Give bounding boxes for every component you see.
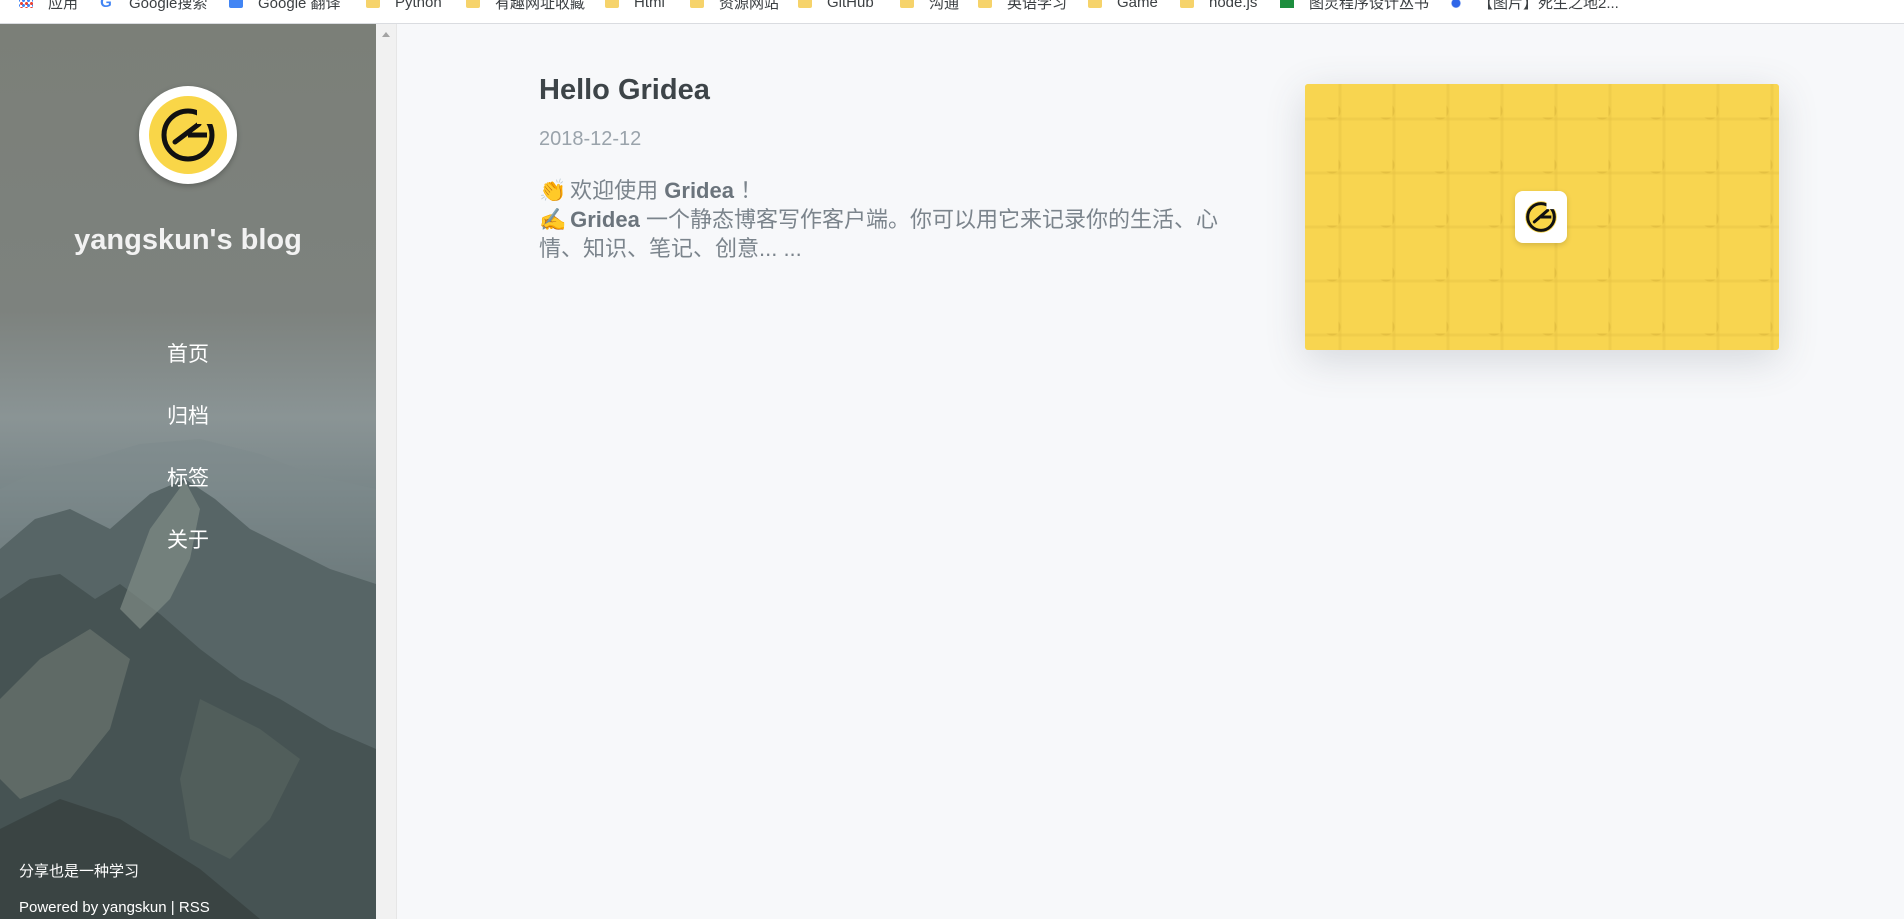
folder-icon bbox=[1180, 0, 1194, 8]
folder-icon bbox=[690, 0, 704, 8]
post-date: 2018-12-12 bbox=[539, 128, 642, 150]
site-nav: 首页 归档 标签 关于 bbox=[0, 324, 376, 572]
google-icon: G bbox=[100, 0, 112, 11]
author-link[interactable]: yangskun bbox=[102, 899, 166, 916]
nav-home[interactable]: 首页 bbox=[0, 324, 376, 386]
scroll-up-arrow-icon[interactable] bbox=[382, 32, 390, 37]
nav-archive[interactable]: 归档 bbox=[0, 386, 376, 448]
nav-tags[interactable]: 标签 bbox=[0, 448, 376, 510]
bookmark-google-search[interactable]: G Google搜索 bbox=[98, 0, 207, 12]
post-item: Hello Gridea 2018-12-12 👏 欢迎使用 Gridea ！ … bbox=[539, 70, 1239, 263]
bookmark-resources[interactable]: 资源网站 bbox=[690, 0, 779, 12]
powered-by: Powered by yangskun | RSS bbox=[19, 899, 210, 916]
bookmarks-bar: 应用 G Google搜索 Google 翻译 Python 有趣网址收藏 Htm… bbox=[0, 0, 1904, 24]
bookmark-google-translate[interactable]: Google 翻译 bbox=[229, 0, 341, 12]
bookmark-turing-books[interactable]: 图灵程序设计丛书 bbox=[1280, 0, 1429, 12]
folder-icon bbox=[798, 0, 812, 8]
post-excerpt: 👏 欢迎使用 Gridea ！ ✍️ Gridea 一个静态博客写作客户端。你可… bbox=[539, 178, 1218, 261]
bookmark-interesting-sites[interactable]: 有趣网址收藏 bbox=[466, 0, 585, 12]
writing-hand-icon: ✍️ bbox=[539, 207, 567, 232]
motto: 分享也是一种学习 bbox=[19, 863, 140, 880]
clapping-hands-icon: 👏 bbox=[539, 178, 567, 203]
blog-title[interactable]: yangskun's blog bbox=[0, 224, 376, 257]
bookmark-tieba-image[interactable]: 【图片】死生之地2... bbox=[1449, 0, 1619, 12]
scrollbar[interactable] bbox=[376, 24, 397, 919]
gridea-logo-icon bbox=[144, 91, 232, 179]
nav-about[interactable]: 关于 bbox=[0, 510, 376, 572]
baidu-icon bbox=[1449, 0, 1463, 8]
sidebar: yangskun's blog 首页 归档 标签 关于 分享也是一种学习 Pow… bbox=[0, 24, 376, 919]
bookmark-english[interactable]: 英语学习 bbox=[978, 0, 1067, 12]
folder-icon bbox=[466, 0, 480, 8]
bookmark-nodejs[interactable]: node.js bbox=[1180, 0, 1257, 11]
google-translate-icon bbox=[229, 0, 243, 8]
post-feature-image[interactable] bbox=[1305, 84, 1779, 350]
bookmark-github[interactable]: GitHub bbox=[798, 0, 874, 11]
avatar[interactable] bbox=[139, 86, 237, 184]
bookmark-communication[interactable]: 沟通 bbox=[900, 0, 959, 12]
folder-icon bbox=[978, 0, 992, 8]
rss-link[interactable]: RSS bbox=[179, 899, 210, 916]
bookmark-game[interactable]: Game bbox=[1088, 0, 1158, 11]
sidebar-footer: 分享也是一种学习 Powered by yangskun | RSS bbox=[19, 854, 210, 919]
gridea-logo-icon bbox=[1515, 191, 1567, 243]
folder-icon bbox=[1088, 0, 1102, 8]
bookmark-apps[interactable]: 应用 bbox=[19, 0, 78, 12]
folder-icon bbox=[900, 0, 914, 8]
book-icon bbox=[1280, 0, 1294, 8]
bookmark-html[interactable]: Html bbox=[605, 0, 665, 11]
bookmark-python[interactable]: Python bbox=[366, 0, 442, 11]
folder-icon bbox=[366, 0, 380, 8]
apps-icon bbox=[19, 0, 33, 8]
post-title[interactable]: Hello Gridea bbox=[539, 70, 1239, 110]
folder-icon bbox=[605, 0, 619, 8]
